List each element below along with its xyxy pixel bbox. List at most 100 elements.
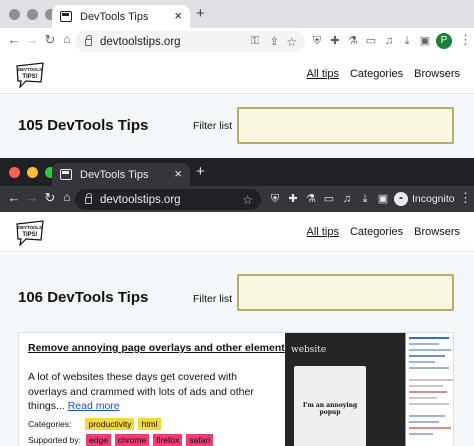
puzzle-extension-icon[interactable]: ✚: [286, 192, 300, 206]
devtools-line: [409, 403, 449, 405]
home-icon[interactable]: ⌂: [59, 190, 75, 204]
nav-categories[interactable]: Categories: [350, 226, 403, 238]
browser-tag[interactable]: chrome: [114, 434, 150, 446]
download-icon[interactable]: ⤓: [358, 192, 372, 206]
tab-title: DevTools Tips: [80, 168, 149, 181]
devtools-line: [409, 397, 437, 399]
puzzle-extension-icon[interactable]: ✚: [328, 34, 342, 48]
menu-kebab-icon[interactable]: ⋮: [459, 190, 472, 206]
filter-label: Filter list: [193, 120, 233, 132]
incognito-indicator[interactable]: ◓ Incognito: [394, 190, 455, 208]
devtools-line: [409, 379, 453, 381]
tip-description-text: A lot of websites these days get covered…: [28, 371, 254, 412]
nav-all-tips[interactable]: All tips: [307, 226, 339, 238]
tab-close-icon[interactable]: ×: [174, 166, 182, 181]
devtools-line: [409, 361, 435, 363]
devtools-line: [409, 415, 445, 417]
screenshot-website-text: website: [291, 345, 327, 355]
sidepanel-icon[interactable]: ▣: [376, 192, 390, 206]
devtools-line: [409, 343, 439, 345]
new-tab-button[interactable]: +: [196, 5, 205, 22]
page-viewport-front: DEVTOOLS TIPS! All tips Categories Brows…: [0, 212, 474, 446]
filter-input[interactable]: [237, 107, 454, 144]
lock-icon: [85, 35, 92, 46]
favicon-icon: [60, 11, 72, 22]
filter-label: Filter list: [193, 293, 233, 305]
browser-toolbar: ← → ↻ ⌂ devtoolstips.org ⚿ ⇪ ☆ ⛨ ✚ ⚗ ▭ ♫…: [0, 28, 474, 54]
flask-icon[interactable]: ⚗: [304, 192, 318, 206]
supported-by-label: Supported by:: [28, 435, 81, 445]
reload-icon[interactable]: ↻: [42, 32, 58, 48]
devtools-line: [409, 355, 445, 357]
browser-toolbar: ← → ↻ ⌂ devtoolstips.org ☆ ⛨ ✚ ⚗ ▭ ♫ ⤓ ▣…: [0, 186, 474, 212]
sidepanel-icon[interactable]: ▣: [418, 34, 432, 48]
browser-window-front: DevTools Tips × + ← → ↻ ⌂ devtoolstips.o…: [0, 158, 474, 446]
url-text: devtoolstips.org: [100, 193, 181, 206]
home-icon[interactable]: ⌂: [59, 32, 75, 46]
key-icon[interactable]: ⚿: [251, 35, 259, 48]
site-header: DEVTOOLS TIPS! All tips Categories Brows…: [0, 212, 474, 252]
filter-section: 106 DevTools Tips Filter list Remove ann…: [0, 253, 474, 446]
tab-strip: DevTools Tips × +: [0, 0, 474, 28]
devtools-line: [409, 427, 451, 429]
tip-browsers: Supported by: edge chrome firefox safari: [28, 434, 214, 446]
new-tab-button[interactable]: +: [196, 163, 205, 180]
devtools-line: [409, 421, 439, 423]
tips-count-heading: 105 DevTools Tips: [18, 117, 149, 134]
bookmark-star-icon[interactable]: ☆: [242, 193, 253, 207]
filter-input[interactable]: [237, 274, 454, 311]
devtools-line: [409, 349, 451, 351]
reload-icon[interactable]: ↻: [42, 190, 58, 206]
devtools-tips-logo[interactable]: DEVTOOLS TIPS!: [14, 60, 46, 88]
shield-extension-icon[interactable]: ⛨: [310, 34, 324, 48]
minimize-window-button[interactable]: [27, 8, 38, 20]
address-bar[interactable]: devtoolstips.org ⚿ ⇪ ☆: [75, 31, 305, 52]
forward-arrow-icon[interactable]: →: [24, 190, 40, 205]
download-icon[interactable]: ⤓: [400, 34, 414, 48]
favicon-icon: [60, 169, 72, 180]
devtools-line: [409, 385, 443, 387]
tip-categories: Categories: productivity html: [28, 418, 161, 430]
back-arrow-icon[interactable]: ←: [6, 190, 22, 205]
media-icon[interactable]: ♫: [382, 34, 396, 48]
back-arrow-icon[interactable]: ←: [6, 32, 22, 47]
address-bar[interactable]: devtoolstips.org ☆: [75, 189, 261, 210]
nav-browsers[interactable]: Browsers: [414, 226, 460, 238]
category-tag[interactable]: html: [138, 418, 161, 430]
url-text: devtoolstips.org: [100, 35, 181, 48]
browser-tag[interactable]: firefox: [153, 434, 183, 446]
page-viewport-back: DEVTOOLS TIPS! All tips Categories Brows…: [0, 54, 474, 158]
devtools-line: [409, 367, 449, 369]
nav-browsers[interactable]: Browsers: [414, 68, 460, 80]
devtools-panel: [405, 333, 453, 446]
flask-icon[interactable]: ⚗: [346, 34, 360, 48]
bookmark-star-icon[interactable]: ☆: [286, 35, 297, 49]
profile-avatar[interactable]: P: [436, 33, 452, 49]
tab-close-icon[interactable]: ×: [174, 8, 182, 23]
nav-all-tips[interactable]: All tips: [307, 68, 339, 80]
window-controls: [9, 166, 56, 178]
share-icon[interactable]: ⇪: [270, 35, 279, 48]
nav-categories[interactable]: Categories: [350, 68, 403, 80]
browser-tag[interactable]: safari: [186, 434, 214, 446]
shield-extension-icon[interactable]: ⛨: [268, 192, 282, 206]
forward-arrow-icon[interactable]: →: [24, 32, 40, 47]
tab-strip: DevTools Tips × +: [0, 158, 474, 186]
tip-screenshot[interactable]: website I'm an annoying popup: [285, 333, 453, 446]
category-tag[interactable]: productivity: [85, 418, 135, 430]
devtools-tips-logo[interactable]: DEVTOOLS TIPS!: [14, 218, 46, 246]
minimize-window-button[interactable]: [27, 166, 38, 178]
menu-kebab-icon[interactable]: ⋮: [459, 32, 472, 48]
close-window-button[interactable]: [9, 8, 20, 20]
browser-tab[interactable]: DevTools Tips ×: [52, 163, 190, 186]
close-window-button[interactable]: [9, 166, 20, 178]
cast-icon[interactable]: ▭: [322, 192, 336, 206]
cast-icon[interactable]: ▭: [364, 34, 378, 48]
browser-tag[interactable]: edge: [85, 434, 111, 446]
read-more-link[interactable]: Read more: [68, 400, 120, 412]
media-icon[interactable]: ♫: [340, 192, 354, 206]
devtools-line: [409, 391, 447, 393]
browser-tab[interactable]: DevTools Tips ×: [52, 5, 190, 28]
lock-icon: [85, 193, 92, 204]
tip-title-link[interactable]: Remove annoying page overlays and other …: [28, 342, 291, 354]
